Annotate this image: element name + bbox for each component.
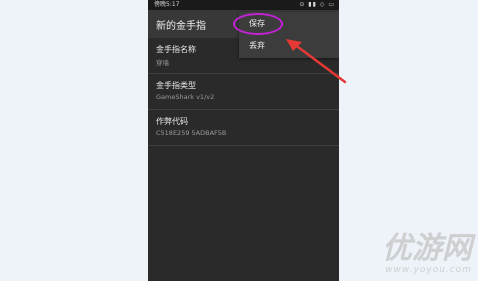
cheat-type-label: 金手指类型 xyxy=(156,81,196,90)
watermark-logo: 优游网 xyxy=(382,231,472,266)
status-time: 傍晚5:17 xyxy=(154,1,180,8)
watermark: 优游网 www.yoyou.com xyxy=(382,231,472,276)
status-icons: ⊙ ▮▮ ◇ ▭ xyxy=(299,1,335,8)
cheat-name-label: 金手指名称 xyxy=(156,45,196,54)
cheat-name-value: 穿墙 xyxy=(156,59,169,67)
highlight-circle xyxy=(233,13,283,35)
page-title: 新的金手指 xyxy=(156,21,206,32)
cheat-code-label: 作弊代码 xyxy=(156,117,188,126)
cheat-code-row[interactable]: 作弊代码 C518E259 5ADBAF5B xyxy=(148,110,339,146)
red-arrow-icon xyxy=(286,39,347,84)
cheat-type-value: GameShark v1/v2 xyxy=(156,93,215,101)
status-bar: 傍晚5:17 ⊙ ▮▮ ◇ ▭ xyxy=(148,0,339,10)
cheat-code-value: C518E259 5ADBAF5B xyxy=(156,129,227,137)
watermark-url: www.yoyou.com xyxy=(385,265,472,275)
